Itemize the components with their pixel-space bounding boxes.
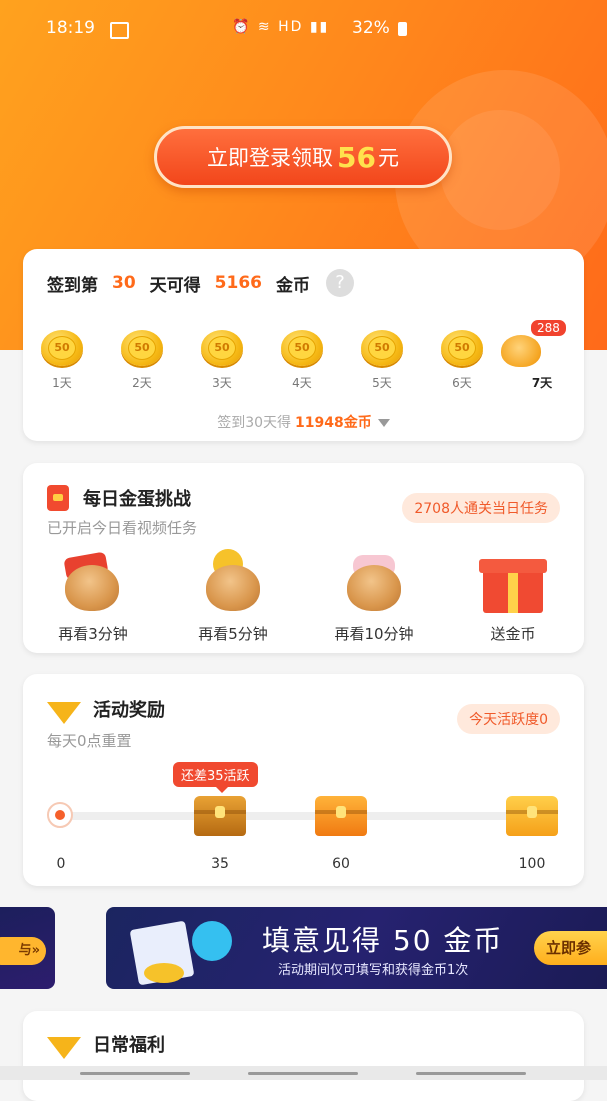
activity-progress-track (65, 812, 555, 820)
diamond-icon (47, 702, 81, 724)
coins-icon (144, 963, 184, 983)
progress-tick: 60 (332, 856, 350, 872)
egg-label: 送金币 (490, 625, 536, 643)
welfare-title: 日常福利 (47, 1031, 165, 1059)
banner-illustration (114, 915, 254, 987)
egg-label: 再看5分钟 (198, 625, 268, 643)
login-prefix: 立即登录领取 (207, 146, 334, 170)
nav-indicator[interactable] (80, 1072, 190, 1075)
activity-pill: 今天活跃度0 (457, 704, 560, 734)
login-amount: 56 (337, 140, 376, 174)
egg-label: 再看3分钟 (58, 625, 128, 643)
welfare-card: 日常福利 (23, 1011, 584, 1101)
egg-challenge-title: 每日金蛋挑战 (47, 485, 191, 511)
progress-tick: 0 (56, 856, 66, 872)
banner-previous[interactable]: 与» (0, 907, 55, 989)
treasure-chest-icon[interactable] (506, 796, 558, 836)
signin-footer-prefix: 签到30天得 (217, 415, 292, 431)
feedback-banner[interactable]: 填意见得 50 金币 活动期间仅可填写和获得金币1次 立即参 (106, 907, 607, 989)
egg-challenge-pill: 2708人通关当日任务 (402, 493, 560, 523)
activity-tip: 还差35活跃 (173, 762, 258, 793)
progress-tick: 35 (211, 856, 229, 872)
login-reward-button[interactable]: 立即登录领取 56 元 (154, 126, 452, 188)
battery-icon (398, 22, 407, 36)
person-icon (192, 921, 232, 961)
activity-card: 活动奖励 每天0点重置 今天活跃度0 还差35活跃 0 35 60 100 (23, 674, 584, 886)
progress-tick: 100 (518, 856, 546, 872)
treasure-chest-icon[interactable] (315, 796, 367, 836)
hero-decoration (440, 110, 560, 230)
egg-label: 再看10分钟 (334, 625, 414, 643)
golden-egg-icon[interactable] (65, 565, 119, 611)
signin-footer-layer: 签到30天得 11948金币 (23, 249, 584, 441)
status-bar: 18:19 ⏰ ≋ HD ▮▮ 32% (0, 18, 607, 44)
egg-challenge-subtitle: 已开启今日看视频任务 (47, 519, 198, 537)
network-label: HD (278, 19, 304, 35)
banner-join-button[interactable]: 立即参 (534, 931, 607, 965)
nav-indicator[interactable] (248, 1072, 358, 1075)
gift-box-icon[interactable] (479, 559, 547, 613)
login-suffix: 元 (377, 146, 399, 170)
status-time: 18:19 (46, 18, 95, 38)
diamond-icon (47, 1037, 81, 1059)
chevron-down-icon (377, 419, 390, 427)
banner-subtitle: 活动期间仅可填写和获得金币1次 (278, 963, 469, 978)
signin-footer[interactable]: 签到30天得 11948金币 (23, 412, 584, 432)
golden-egg-icon[interactable] (206, 565, 260, 611)
activity-title: 活动奖励 (47, 696, 165, 724)
golden-egg-icon[interactable] (347, 565, 401, 611)
banner-previous-cta[interactable]: 与» (0, 937, 46, 965)
activity-title-text: 活动奖励 (93, 700, 165, 721)
red-packet-icon (47, 485, 69, 511)
egg-challenge-card: 每日金蛋挑战 已开启今日看视频任务 2708人通关当日任务 再看3分钟 再看5分… (23, 463, 584, 653)
activity-subtitle: 每天0点重置 (47, 732, 132, 750)
image-icon (110, 22, 129, 39)
banner-title: 填意见得 50 金币 (262, 924, 504, 957)
welfare-title-text: 日常福利 (93, 1035, 165, 1056)
egg-title-text: 每日金蛋挑战 (83, 489, 191, 510)
alarm-wifi-icons: ⏰ ≋ HD ▮▮ (232, 19, 330, 35)
nav-indicator[interactable] (416, 1072, 526, 1075)
battery-percent: 32% (352, 18, 390, 38)
treasure-chest-icon[interactable] (194, 796, 246, 836)
progress-start-dot (47, 802, 73, 828)
system-nav-bar (0, 1066, 607, 1080)
signin-footer-amount: 11948金币 (295, 415, 372, 431)
